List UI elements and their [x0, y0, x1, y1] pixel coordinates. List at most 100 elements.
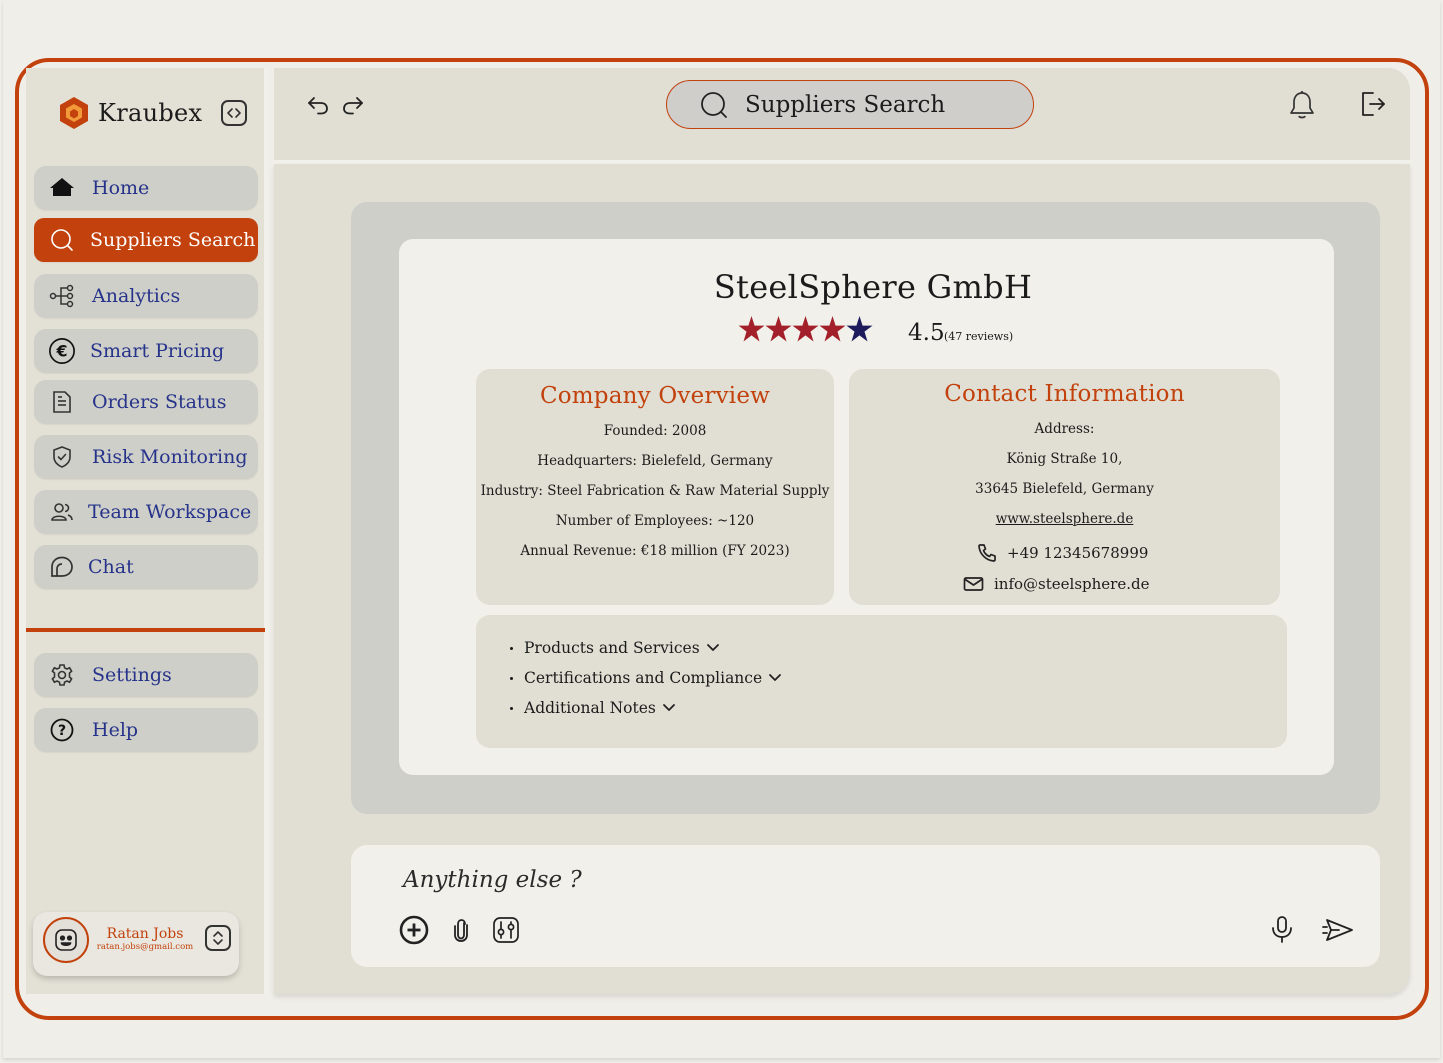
chevron-down-icon	[769, 674, 782, 681]
contact-information-box: Contact Information Address: König Straß…	[849, 369, 1280, 605]
contact-phone-text: +49 12345678999	[1007, 544, 1149, 562]
review-count[interactable]: (47 reviews)	[944, 330, 1013, 343]
shield-check-icon	[48, 443, 76, 471]
sidebar-item-suppliers-search[interactable]: Suppliers Search	[34, 218, 258, 262]
analytics-tree-icon	[48, 282, 76, 310]
sidebar-item-label: Settings	[92, 664, 172, 686]
sidebar-item-chat[interactable]: Chat	[34, 545, 258, 589]
contact-information-title: Contact Information	[944, 381, 1185, 407]
bullet	[510, 676, 513, 680]
bullet	[510, 706, 513, 710]
sidebar-item-label: Risk Monitoring	[92, 446, 248, 468]
send-icon[interactable]	[1321, 917, 1355, 943]
sidebar-item-label: Help	[92, 719, 139, 741]
rating-value: 4.5	[908, 320, 945, 346]
sidebar-divider	[26, 628, 265, 632]
section-label: Products and Services	[524, 639, 700, 657]
contact-address-line1: König Straße 10,	[1006, 451, 1123, 467]
sidebar-item-label: Home	[92, 177, 150, 199]
overview-revenue: Annual Revenue: €18 million (FY 2023)	[520, 543, 790, 559]
redo-icon[interactable]	[338, 94, 364, 116]
profile-menu-toggle[interactable]	[205, 925, 231, 951]
contact-email-text: info@steelsphere.de	[994, 575, 1150, 593]
user-profile-card[interactable]: Ratan Jobs ratan.jobs@gmail.com	[33, 912, 239, 976]
users-icon	[48, 498, 76, 526]
euro-icon: €	[48, 337, 76, 365]
sidebar-item-help[interactable]: ? Help	[34, 708, 258, 752]
brand-logo-icon	[60, 97, 88, 129]
details-sections: Products and Services Certifications and…	[476, 615, 1287, 748]
code-brackets-icon	[227, 108, 241, 118]
top-search-label: Suppliers Search	[745, 91, 946, 118]
robot-face-icon	[55, 929, 77, 951]
profile-email: ratan.jobs@gmail.com	[96, 942, 194, 952]
bullet	[510, 646, 513, 650]
avatar[interactable]	[43, 917, 89, 963]
contact-address-label: Address:	[1034, 421, 1095, 437]
chat-input-placeholder[interactable]: Anything else ?	[403, 867, 582, 893]
section-additional-notes[interactable]: Additional Notes	[510, 699, 676, 717]
sidebar-item-label: Analytics	[92, 285, 181, 307]
sidebar-item-label: Orders Status	[92, 391, 227, 413]
contact-address-line2: 33645 Bielefeld, Germany	[975, 481, 1154, 497]
sidebar-item-settings[interactable]: Settings	[34, 653, 258, 697]
mail-icon	[963, 577, 984, 591]
top-search-bar[interactable]: Suppliers Search	[666, 80, 1034, 129]
company-overview-title: Company Overview	[539, 383, 771, 409]
chevron-up-down-icon	[213, 931, 223, 945]
company-overview-box: Company Overview Founded: 2008 Headquart…	[476, 369, 834, 605]
paperclip-icon[interactable]	[451, 917, 471, 943]
contact-email[interactable]: info@steelsphere.de	[963, 575, 1149, 593]
star-icon	[819, 316, 846, 342]
bell-icon[interactable]	[1288, 90, 1316, 120]
gear-icon	[48, 661, 76, 689]
chevron-down-icon	[706, 644, 719, 651]
star-icon	[765, 316, 792, 342]
logout-icon[interactable]	[1359, 89, 1387, 119]
overview-employees: Number of Employees: ~120	[555, 513, 755, 529]
search-icon	[48, 226, 76, 254]
microphone-icon[interactable]	[1269, 915, 1295, 945]
contact-phone[interactable]: +49 12345678999	[977, 543, 1148, 563]
sidebar-item-risk-monitoring[interactable]: Risk Monitoring	[34, 435, 258, 479]
section-label: Additional Notes	[524, 699, 656, 717]
add-circle-icon[interactable]	[399, 915, 429, 945]
sidebar-item-label: Smart Pricing	[90, 340, 225, 362]
svg-text:€: €	[55, 342, 67, 361]
document-icon	[48, 388, 76, 416]
supplier-name: SteelSphere GmbH	[713, 268, 1033, 306]
sidebar-item-team-workspace[interactable]: Team Workspace	[34, 490, 258, 534]
section-products-and-services[interactable]: Products and Services	[510, 639, 720, 657]
section-label: Certifications and Compliance	[524, 669, 763, 687]
sidebar-item-label: Team Workspace	[88, 501, 252, 523]
sidebar-separator	[264, 68, 268, 994]
section-certifications-and-compliance[interactable]: Certifications and Compliance	[510, 669, 782, 687]
chat-input-box[interactable]: Anything else ?	[351, 845, 1380, 967]
home-icon	[48, 174, 76, 202]
phone-icon	[978, 544, 996, 562]
sidebar-item-analytics[interactable]: Analytics	[34, 274, 258, 318]
chevron-down-icon	[662, 704, 675, 711]
help-circle-icon: ?	[48, 716, 76, 744]
sidebar-collapse-button[interactable]	[221, 100, 247, 126]
sidebar-item-home[interactable]: Home	[34, 166, 258, 210]
star-icon	[792, 316, 819, 342]
chat-bubble-icon	[48, 553, 76, 581]
star-icon	[738, 316, 765, 342]
brand-name: Kraubex	[98, 99, 203, 127]
profile-name: Ratan Jobs	[106, 926, 184, 942]
undo-icon[interactable]	[307, 94, 333, 116]
contact-website-link[interactable]: www.steelsphere.de	[849, 511, 1280, 527]
overview-headquarters: Headquarters: Bielefeld, Germany	[537, 453, 773, 469]
sliders-icon[interactable]	[492, 916, 520, 944]
brand[interactable]: Kraubex	[58, 96, 202, 130]
star-icon	[846, 316, 873, 342]
sidebar-item-orders-status[interactable]: Orders Status	[34, 380, 258, 424]
overview-founded: Founded: 2008	[603, 423, 707, 439]
sidebar-item-label: Chat	[88, 556, 134, 578]
overview-industry: Industry: Steel Fabrication & Raw Materi…	[480, 483, 830, 499]
star-rating	[738, 314, 873, 344]
svg-text:?: ?	[58, 723, 66, 739]
sidebar-item-label: Suppliers Search	[90, 229, 256, 251]
sidebar-item-smart-pricing[interactable]: € Smart Pricing	[34, 329, 258, 373]
